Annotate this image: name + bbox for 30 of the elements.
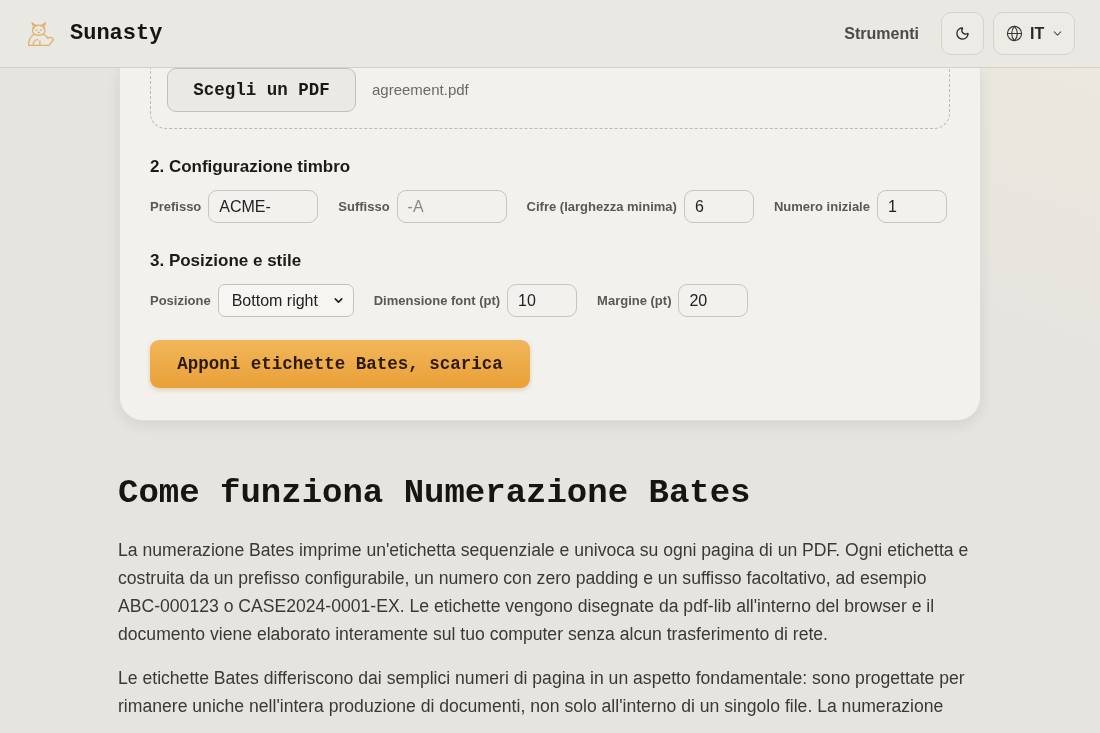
section-title: 2. Configurazione timbro (150, 156, 352, 178)
nav-link[interactable]: Strumenti (844, 21, 919, 46)
input-field[interactable]: 1 (876, 190, 947, 223)
input-field[interactable]: 10 (507, 284, 578, 317)
field-label: Posizione (150, 291, 211, 310)
input-field[interactable]: -A (396, 190, 507, 223)
input-field[interactable]: 20 (678, 284, 749, 317)
article-paragraph: La numerazione Bates imprime un'etichetta sequenziale e univoca su ogni pagina di un PDF. Ogni etichetta e costruita da un prefisso configurabile, un numero con zero padding e un suffisso facoltativo, ad esempio ABC-000123 o CASE2024-0001-EX. Le etichette vengono disegnate da pdf-lib all'interno del browser e il documento viene elaborato interamente sul tuo computer senza alcun trasferimento di rete. (118, 539, 970, 646)
field-label: Margine (pt) (597, 291, 672, 310)
field-label: Cifre (larghezza minima) (526, 197, 677, 216)
section-title: 3. Posizione e stile (150, 250, 303, 272)
moon-icon (955, 26, 970, 41)
article-paragraph: Le etichette Bates differiscono dai semplici numeri di pagina in un aspetto fondamentale: sono progettate per rimanere uniche nell'intera produzione di documenti, non solo all'interno di un singolo file. La numerazione (118, 667, 966, 718)
article-heading: Come funziona Numerazione Bates (118, 473, 752, 514)
input-field[interactable]: 6 (683, 190, 754, 223)
field-label: Numero iniziale (773, 197, 870, 216)
field-label: Dimensione font (pt) (373, 291, 501, 310)
theme-toggle-button[interactable] (941, 12, 984, 55)
choose-file-button[interactable]: Scegli un PDF (167, 68, 356, 112)
submit-button[interactable]: Apponi etichette Bates, scarica (150, 340, 530, 388)
select-field[interactable]: Bottom right (217, 284, 354, 317)
brand-name[interactable]: Sunasty (70, 17, 163, 50)
language-button[interactable]: IT (993, 12, 1075, 55)
input-field[interactable]: ACME- (208, 190, 319, 223)
globe-icon (1006, 25, 1023, 42)
cat-logo-icon (28, 20, 54, 47)
field-label: Suffisso (338, 197, 390, 216)
file-name: agreement.pdf (372, 79, 469, 100)
field-label: Prefisso (150, 197, 202, 216)
drop-zone[interactable]: Scegli un PDF agreement.pdf (150, 68, 950, 129)
